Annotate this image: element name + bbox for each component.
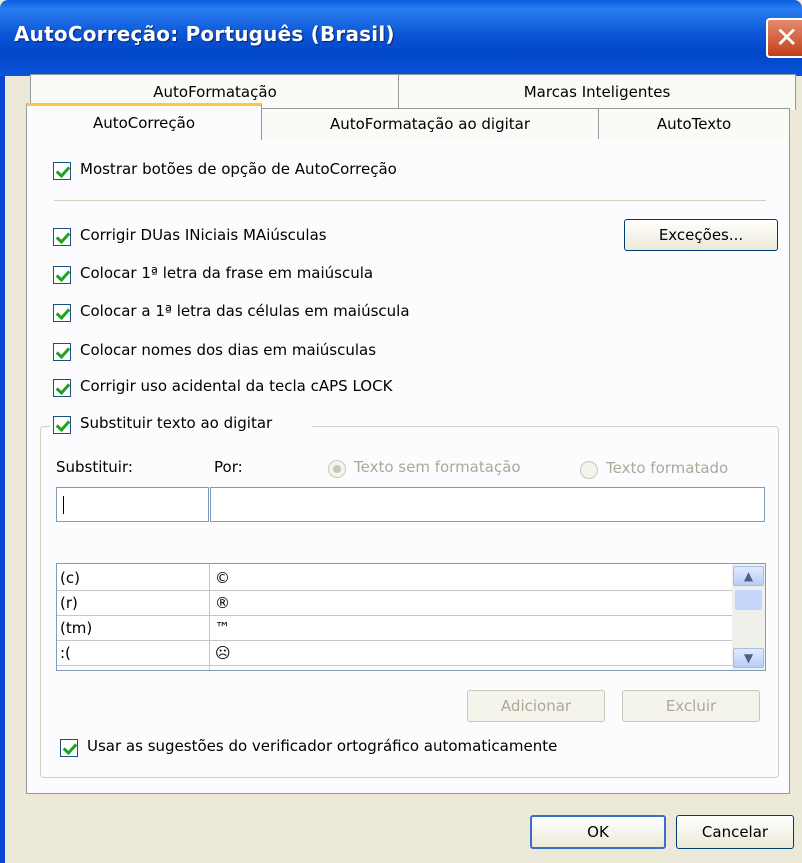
show-buttons-label[interactable]: Mostrar botões de opção de AutoCorreção — [80, 160, 397, 178]
list-row[interactable]: (r) ® — [57, 591, 733, 616]
list-cell-from: (r) — [60, 594, 78, 612]
day-names-label[interactable]: Colocar nomes dos dias em maiúsculas — [80, 341, 376, 359]
first-letter-sentence-label[interactable]: Colocar 1ª letra da frase em maiúscula — [80, 264, 373, 282]
text-cursor — [63, 496, 64, 514]
with-label: Por: — [214, 458, 243, 476]
tab-label: AutoTexto — [656, 115, 732, 133]
replace-text-checkbox[interactable] — [53, 416, 71, 434]
scroll-thumb[interactable] — [735, 590, 762, 610]
replace-text-label[interactable]: Substituir texto ao digitar — [80, 414, 272, 432]
list-row[interactable]: :( ☹ — [57, 641, 733, 666]
day-names-checkbox[interactable] — [53, 343, 71, 361]
list-row[interactable]: (c) © — [57, 566, 733, 591]
list-scrollbar[interactable]: ▲ ▼ — [732, 564, 765, 670]
list-cell-to: ® — [215, 594, 230, 612]
two-initials-checkbox[interactable] — [53, 228, 71, 246]
list-cell-from: :( — [60, 644, 71, 662]
scroll-down-button[interactable]: ▼ — [733, 648, 764, 668]
tab-label: AutoFormatação ao digitar — [329, 115, 531, 133]
chevron-up-icon: ▲ — [743, 569, 754, 583]
ok-button[interactable]: OK — [530, 815, 666, 849]
two-initials-label[interactable]: Corrigir DUas INiciais MAiúsculas — [80, 226, 327, 244]
window-title: AutoCorreção: Português (Brasil) — [14, 22, 395, 46]
list-cell-to: ☹ — [215, 644, 231, 662]
list-row[interactable]: (tm) ™ — [57, 616, 733, 641]
divider — [54, 200, 766, 201]
list-cell-from: (c) — [60, 569, 80, 587]
replace-label: Substituir: — [56, 458, 133, 476]
spell-suggestions-label[interactable]: Usar as sugestões do verificador ortográ… — [87, 737, 557, 755]
caps-lock-label[interactable]: Corrigir uso acidental da tecla cAPS LOC… — [80, 377, 392, 395]
tab-autoformatacao-ao-digitar[interactable]: AutoFormatação ao digitar — [260, 108, 600, 139]
tab-autotexto[interactable]: AutoTexto — [598, 108, 790, 139]
scroll-up-button[interactable]: ▲ — [733, 566, 764, 586]
tab-label: AutoFormatação — [153, 83, 277, 101]
formatted-text-radio[interactable] — [580, 461, 598, 479]
first-letter-sentence-checkbox[interactable] — [53, 266, 71, 284]
close-icon: ✕ — [775, 21, 799, 54]
plain-text-radio[interactable] — [328, 460, 346, 478]
tab-label: Marcas Inteligentes — [523, 83, 671, 101]
list-cell-from: (tm) — [60, 619, 93, 637]
chevron-down-icon: ▼ — [743, 651, 754, 665]
cancel-button[interactable]: Cancelar — [676, 815, 794, 849]
add-button[interactable]: Adicionar — [467, 690, 605, 722]
caps-lock-checkbox[interactable] — [53, 379, 71, 397]
with-input[interactable] — [210, 487, 765, 522]
exceptions-button[interactable]: Exceções... — [624, 219, 778, 251]
replace-input[interactable] — [56, 487, 209, 522]
window-frame — [0, 76, 5, 863]
first-letter-cells-label[interactable]: Colocar a 1ª letra das células em maiúsc… — [80, 302, 410, 320]
show-buttons-checkbox[interactable] — [53, 162, 71, 180]
spell-suggestions-checkbox[interactable] — [60, 739, 78, 757]
delete-button[interactable]: Excluir — [622, 690, 760, 722]
tab-autocorrecao[interactable]: AutoCorreção — [26, 103, 262, 140]
replacement-list[interactable]: (c) © (r) ® (tm) ™ :( ☹ — [56, 563, 766, 671]
list-cell-to: © — [215, 569, 230, 587]
list-cell-to: ™ — [215, 619, 230, 637]
first-letter-cells-checkbox[interactable] — [53, 304, 71, 322]
tab-label: AutoCorreção — [92, 114, 196, 132]
plain-text-label[interactable]: Texto sem formatação — [354, 458, 521, 476]
formatted-text-label[interactable]: Texto formatado — [606, 459, 728, 477]
close-button[interactable]: ✕ — [766, 18, 802, 58]
tab-marcas-inteligentes[interactable]: Marcas Inteligentes — [398, 74, 796, 110]
